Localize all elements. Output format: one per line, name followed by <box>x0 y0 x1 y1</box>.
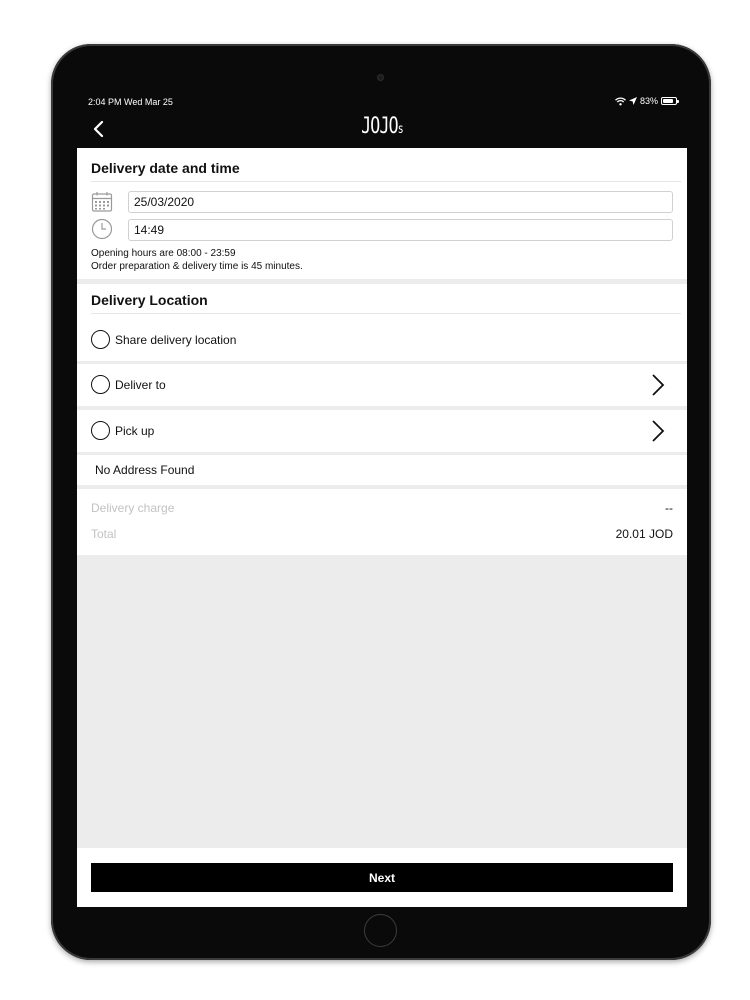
location-arrow-icon <box>628 97 637 105</box>
total-value: 20.01 JOD <box>615 527 673 541</box>
bottom-action-bar: Next <box>77 848 687 907</box>
battery-icon <box>661 97 679 105</box>
radio-button[interactable] <box>91 330 110 349</box>
option-deliver-to[interactable]: Deliver to <box>77 364 687 406</box>
option-pick-up[interactable]: Pick up <box>77 410 687 452</box>
logo-suffix: s <box>397 122 404 137</box>
status-time: 2:04 PM Wed Mar 25 <box>88 97 173 107</box>
divider <box>91 313 681 314</box>
option-label: Share delivery location <box>115 333 237 347</box>
no-address-row: No Address Found <box>77 455 687 485</box>
battery-percentage: 83% <box>639 96 658 106</box>
calendar-icon <box>91 192 113 212</box>
status-bar: 2:04 PM Wed Mar 25 83% <box>77 94 687 110</box>
delivery-date-field[interactable]: 25/03/2020 <box>128 191 673 213</box>
chevron-right-icon[interactable] <box>651 373 665 397</box>
delivery-charge-label: Delivery charge <box>91 501 175 515</box>
app-screen: Delivery date and time 25/03/2020 14:49 … <box>77 148 687 907</box>
logo-main: JOJO <box>361 114 398 139</box>
radio-button[interactable] <box>91 375 110 394</box>
option-share-delivery-location[interactable]: Share delivery location <box>77 319 687 361</box>
status-indicators: 83% <box>615 96 679 106</box>
next-button[interactable]: Next <box>91 863 673 892</box>
divider <box>91 181 681 182</box>
option-label: Deliver to <box>115 378 166 392</box>
delivery-location-title: Delivery Location <box>91 292 208 308</box>
opening-hours-text: Opening hours are 08:00 - 23:59 <box>91 248 236 259</box>
home-button[interactable] <box>364 914 397 947</box>
delivery-datetime-card: Delivery date and time 25/03/2020 14:49 … <box>77 148 687 279</box>
delivery-location-header: Delivery Location <box>77 284 687 320</box>
option-label: Pick up <box>115 424 155 438</box>
app-logo: JOJOs <box>153 114 611 139</box>
front-camera <box>377 74 384 81</box>
prep-time-text: Order preparation & delivery time is 45 … <box>91 261 303 272</box>
no-address-text: No Address Found <box>95 463 195 477</box>
navigation-bar: JOJOs <box>77 112 687 148</box>
chevron-right-icon[interactable] <box>651 419 665 443</box>
delivery-datetime-title: Delivery date and time <box>91 160 240 176</box>
clock-icon <box>91 218 113 240</box>
delivery-time-field[interactable]: 14:49 <box>128 219 673 241</box>
order-summary: Delivery charge -- Total 20.01 JOD <box>77 489 687 555</box>
delivery-charge-value: -- <box>665 501 673 515</box>
radio-button[interactable] <box>91 421 110 440</box>
total-label: Total <box>91 527 117 541</box>
wifi-icon <box>615 96 626 105</box>
back-chevron-icon[interactable] <box>89 118 111 140</box>
